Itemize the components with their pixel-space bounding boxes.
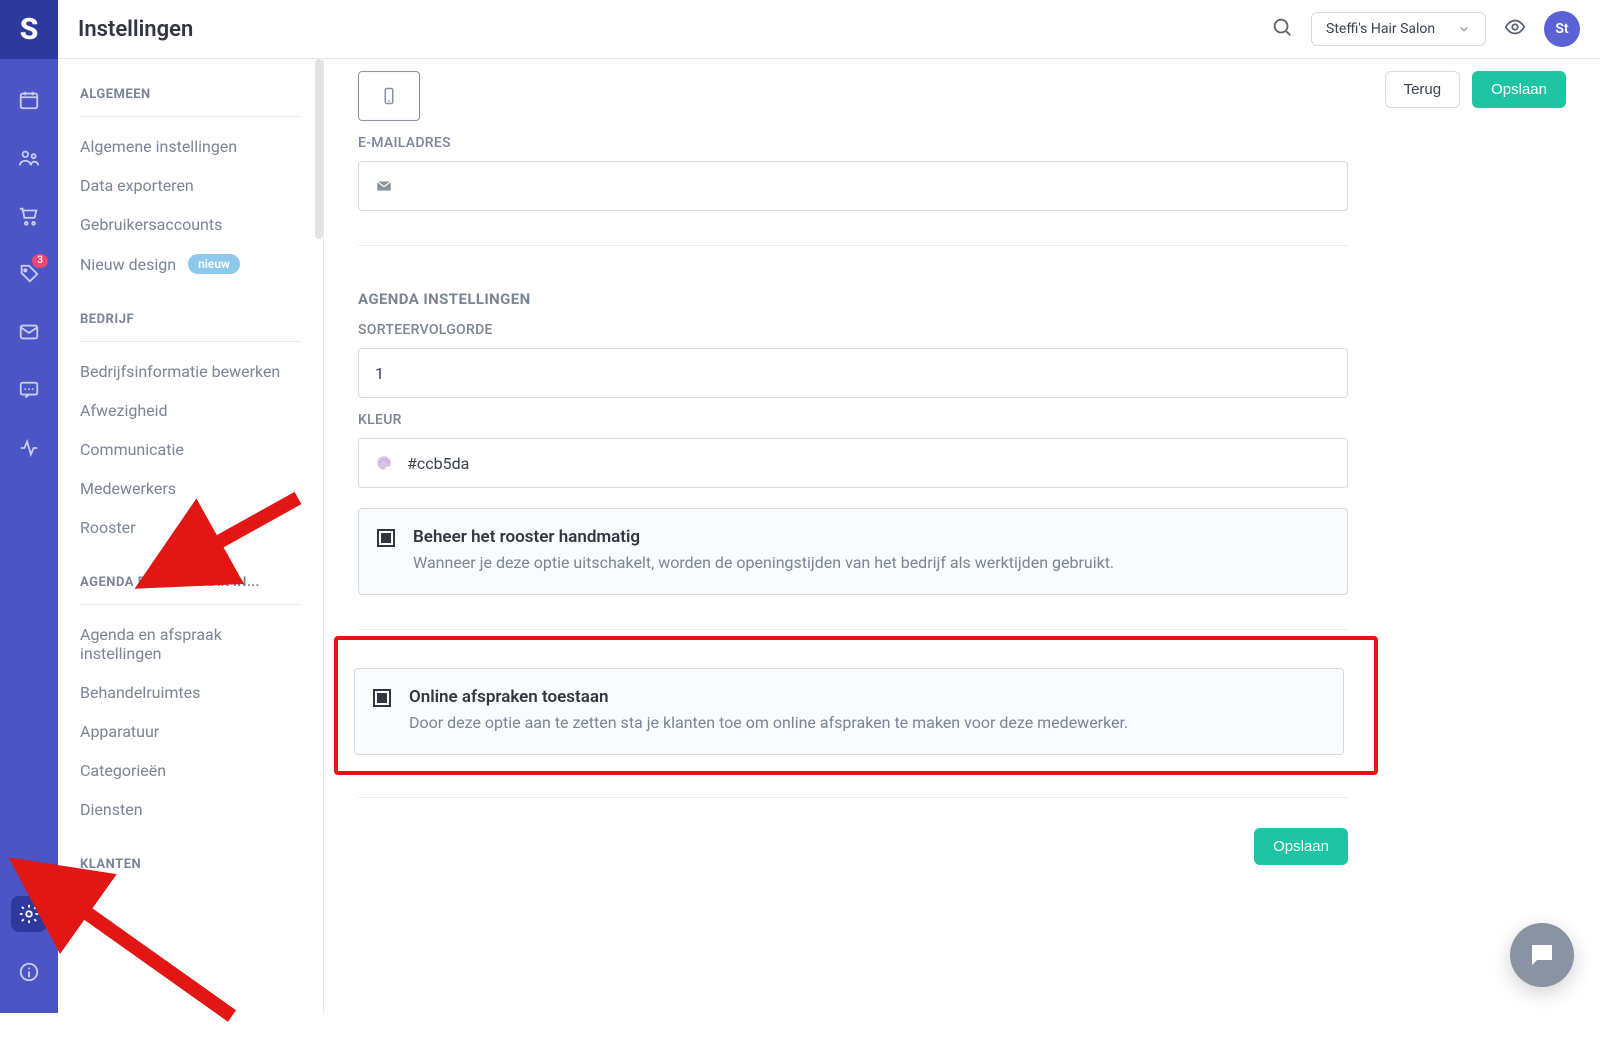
roster-desc: Wanneer je deze optie uitschakelt, worde… [413, 551, 1114, 574]
sidebar-item-user-accounts[interactable]: Gebruikersaccounts [80, 205, 301, 244]
chat-bubble-icon [1527, 940, 1557, 970]
nav-messages[interactable] [0, 303, 58, 361]
color-input[interactable]: #ccb5da [358, 438, 1348, 488]
palette-icon [375, 454, 393, 472]
sidebar-item-services[interactable]: Diensten [80, 790, 301, 829]
sidebar-item-equipment[interactable]: Apparatuur [80, 712, 301, 751]
search-icon [1271, 16, 1293, 38]
sidebar-item-roster[interactable]: Rooster [80, 508, 301, 547]
people-icon [18, 147, 40, 169]
activity-icon [18, 437, 40, 459]
eye-icon [1504, 16, 1526, 38]
color-label: KLEUR [358, 412, 1566, 428]
sidebar-item-company-info[interactable]: Bedrijfsinformatie bewerken [80, 352, 301, 391]
sidebar-item-employees[interactable]: Medewerkers [80, 469, 301, 508]
sidebar-item-absence[interactable]: Afwezigheid [80, 391, 301, 430]
divider [358, 797, 1348, 798]
sidebar-item-agenda-settings[interactable]: Agenda en afspraak instellingen [80, 615, 301, 673]
nav-activity[interactable] [0, 419, 58, 477]
online-appointments-option[interactable]: Online afspraken toestaan Door deze opti… [354, 668, 1344, 755]
mail-icon [375, 177, 393, 195]
online-title: Online afspraken toestaan [409, 687, 1128, 707]
divider [358, 245, 1348, 246]
roster-option[interactable]: Beheer het rooster handmatig Wanneer je … [358, 508, 1348, 595]
sidebar-item-categories[interactable]: Categorieën [80, 751, 301, 790]
divider [358, 629, 1348, 630]
sidebar-item-new-design[interactable]: Nieuw design nieuw [80, 244, 301, 284]
support-chat-button[interactable] [1510, 923, 1574, 987]
sort-value: 1 [375, 364, 384, 383]
back-button[interactable]: Terug [1385, 71, 1461, 108]
nav-badge: 3 [32, 254, 48, 268]
app-logo[interactable]: S [0, 0, 58, 59]
location-select[interactable]: Steffi's Hair Salon [1311, 12, 1486, 46]
nav-calendar[interactable] [0, 71, 58, 129]
chevron-down-icon [1457, 22, 1471, 36]
gear-icon [18, 903, 40, 925]
scrollbar[interactable] [315, 59, 323, 239]
save-button[interactable]: Opslaan [1472, 71, 1566, 108]
sidebar-item-communication[interactable]: Communicatie [80, 430, 301, 469]
agenda-section-title: AGENDA INSTELLINGEN [358, 290, 1566, 308]
sidebar-item-treatment-rooms[interactable]: Behandelruimtes [80, 673, 301, 712]
roster-checkbox[interactable] [377, 529, 395, 547]
nav-feedback[interactable] [0, 361, 58, 419]
email-input[interactable] [358, 161, 1348, 211]
search-button[interactable] [1271, 16, 1293, 42]
chat-icon [18, 379, 40, 401]
calendar-icon [18, 89, 40, 111]
top-header: Instellingen Steffi's Hair Salon St [58, 0, 1600, 59]
online-checkbox[interactable] [373, 689, 391, 707]
mail-icon [18, 321, 40, 343]
cart-icon [18, 205, 40, 227]
online-desc: Door deze optie aan te zetten sta je kla… [409, 711, 1128, 734]
sidebar-item-label: Nieuw design [80, 255, 176, 274]
settings-sidebar: ALGEMEEN Algemene instellingen Data expo… [58, 59, 324, 1013]
nav-sales[interactable] [0, 187, 58, 245]
info-icon [18, 961, 40, 983]
phone-input[interactable] [358, 71, 420, 121]
nav-settings[interactable] [0, 885, 58, 943]
sort-label: SORTEERVOLGORDE [358, 322, 1566, 338]
nav-help[interactable] [0, 943, 58, 1001]
preview-button[interactable] [1504, 16, 1526, 42]
highlight-annotation: Online afspraken toestaan Door deze opti… [334, 636, 1378, 775]
location-select-value: Steffi's Hair Salon [1326, 21, 1435, 37]
main-content: Terug Opslaan E-MAILADRES AGENDA INSTELL… [324, 59, 1600, 1013]
sidebar-item-data-export[interactable]: Data exporteren [80, 166, 301, 205]
avatar[interactable]: St [1544, 11, 1580, 47]
sidebar-group-title: ALGEMEEN [80, 87, 301, 102]
phone-icon [380, 87, 398, 105]
page-title: Instellingen [78, 17, 193, 42]
sidebar-group-title: KLANTEN [80, 857, 301, 872]
sidebar-group-title: BEDRIJF [80, 312, 301, 327]
color-value: #ccb5da [407, 454, 469, 473]
nav-customers[interactable] [0, 129, 58, 187]
save-button-footer[interactable]: Opslaan [1254, 828, 1348, 865]
nav-promotions[interactable]: 3 [0, 245, 58, 303]
email-label: E-MAILADRES [358, 135, 1566, 151]
icon-rail: S 3 [0, 0, 58, 1013]
sort-input[interactable]: 1 [358, 348, 1348, 398]
new-badge: nieuw [188, 254, 240, 274]
sidebar-group-title: AGENDA EN AFSPRAAK IN... [80, 575, 301, 590]
sidebar-item-general-settings[interactable]: Algemene instellingen [80, 127, 301, 166]
roster-title: Beheer het rooster handmatig [413, 527, 1114, 547]
